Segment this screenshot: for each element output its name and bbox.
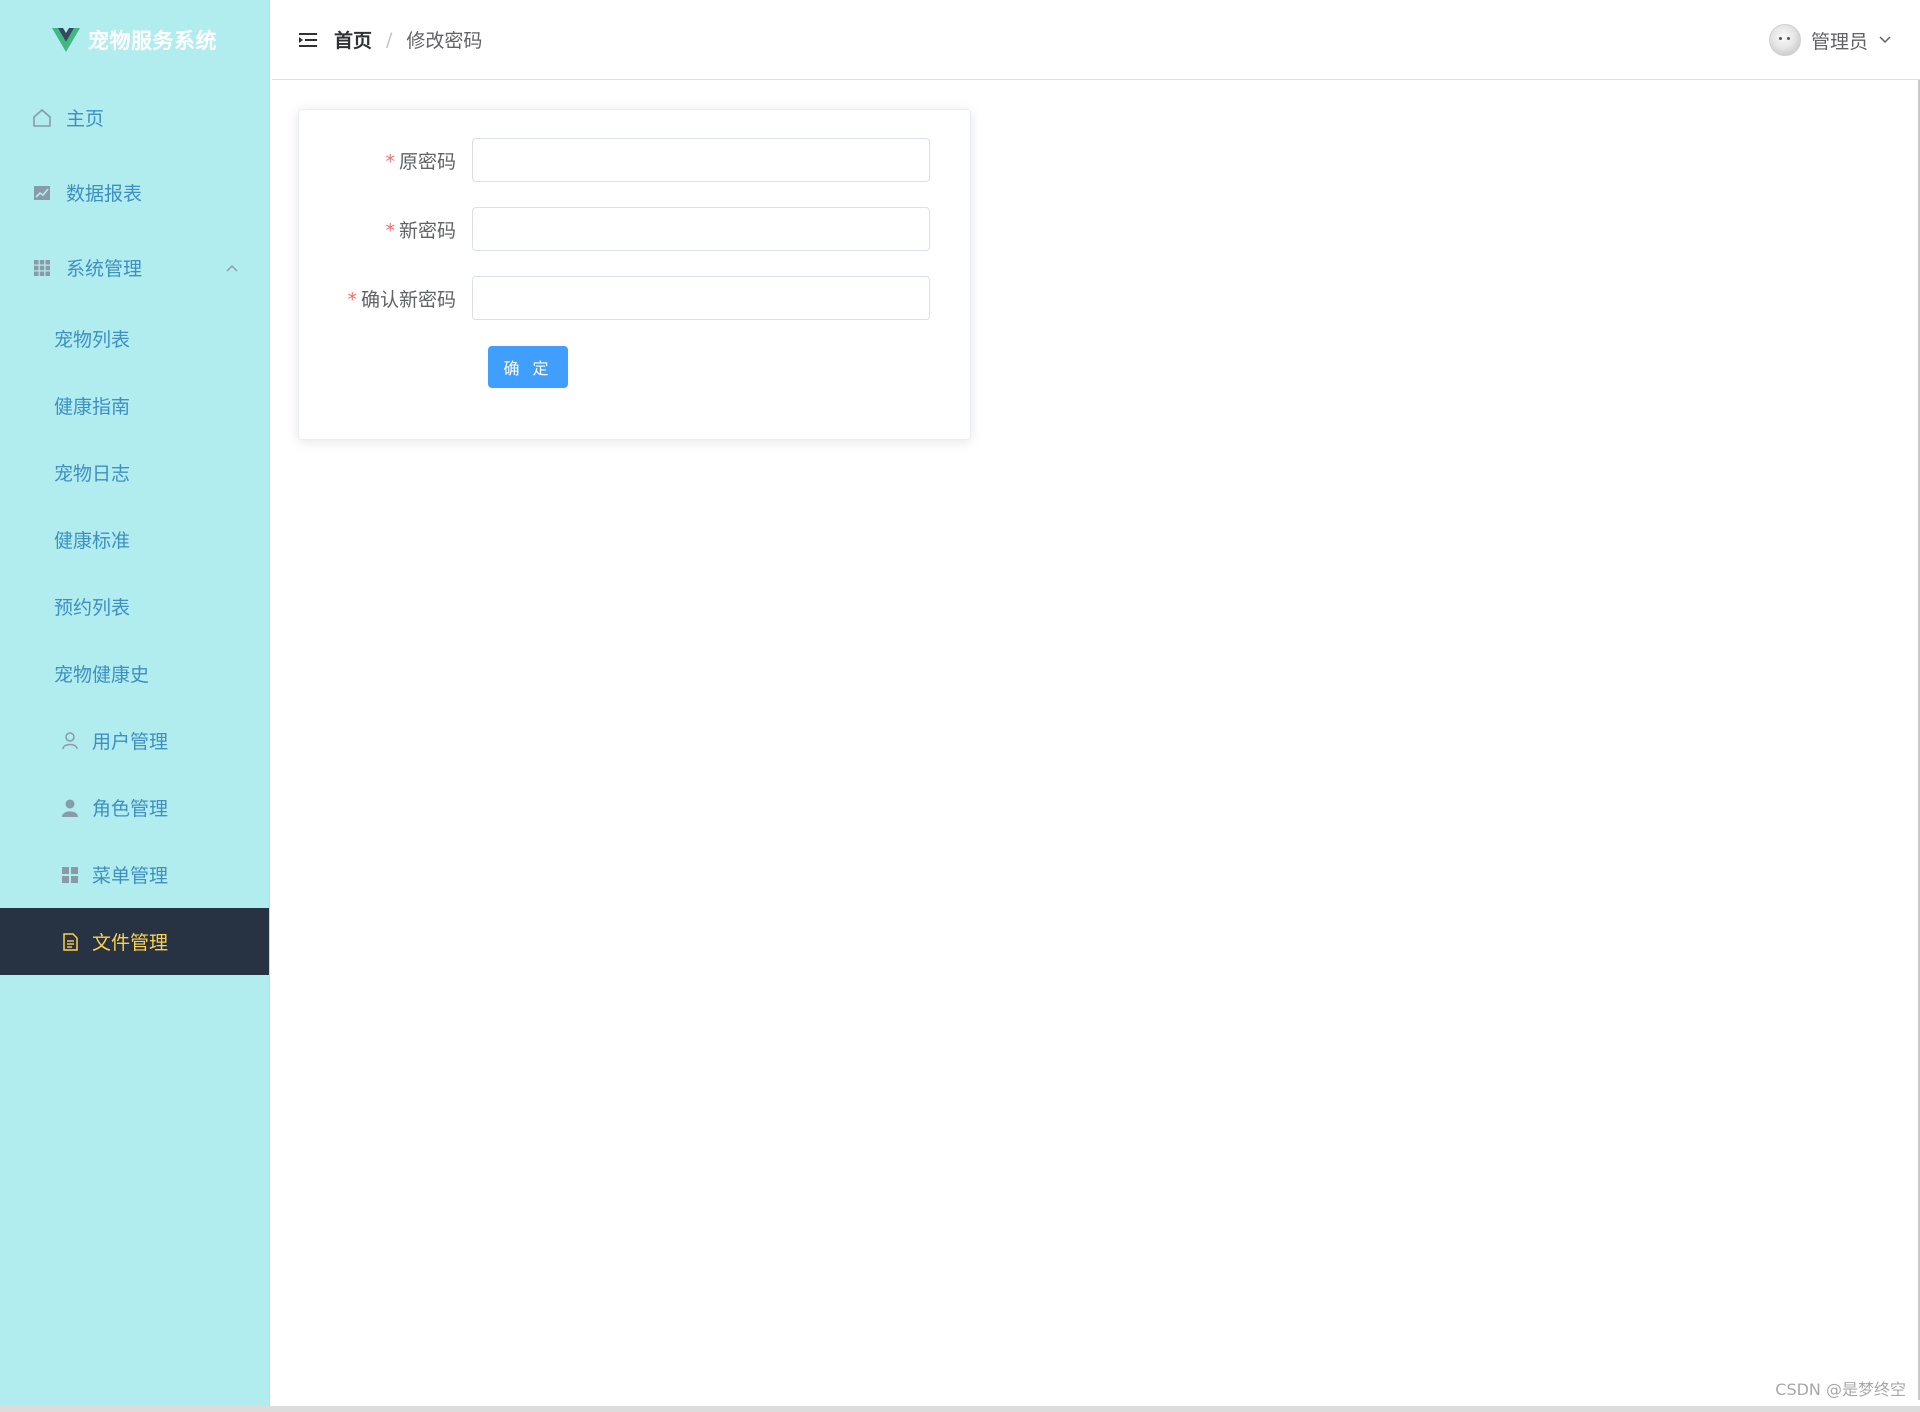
form-row-old-password: * 原密码 — [299, 138, 970, 182]
new-password-label: * 新密码 — [385, 219, 456, 242]
required-star: * — [385, 150, 395, 173]
watermark: CSDN @是梦终空 — [1775, 1380, 1906, 1399]
required-star: * — [347, 288, 357, 311]
avatar — [1768, 24, 1801, 56]
chevron-up-icon — [226, 264, 238, 271]
fold-menu-icon[interactable] — [298, 29, 320, 51]
user-icon — [60, 731, 80, 751]
sidebar-subitem-health-standard[interactable]: 健康标准 — [0, 506, 269, 573]
sidebar-subitem-pet-health-history[interactable]: 宠物健康史 — [0, 640, 269, 707]
sidebar-item-label: 预约列表 — [54, 597, 131, 619]
sidebar-item-label: 文件管理 — [92, 932, 169, 954]
sidebar-subitem-menu-management[interactable]: 菜单管理 — [0, 841, 269, 908]
breadcrumb: 首页 / 修改密码 — [320, 26, 482, 53]
breadcrumb-home[interactable]: 首页 — [334, 26, 372, 53]
sidebar-item-home[interactable]: 主页 — [0, 80, 269, 155]
confirm-password-label: * 确认新密码 — [347, 288, 456, 311]
sidebar-subitem-health-guide[interactable]: 健康指南 — [0, 372, 269, 439]
sidebar-item-label: 宠物列表 — [54, 329, 131, 351]
home-icon — [32, 108, 52, 128]
sidebar-subitem-file-management[interactable]: 文件管理 — [0, 908, 269, 975]
form-row-new-password: * 新密码 — [299, 207, 970, 251]
top-header: 首页 / 修改密码 管理员 — [272, 0, 1920, 80]
required-star: * — [385, 219, 395, 242]
sidebar-item-label: 数据报表 — [66, 183, 143, 205]
chart-icon — [32, 183, 52, 203]
app-logo[interactable]: 宠物服务系统 — [0, 0, 269, 80]
app-title: 宠物服务系统 — [88, 29, 217, 53]
sidebar-item-label: 系统管理 — [66, 258, 143, 280]
confirm-password-input[interactable] — [472, 276, 930, 320]
window-bottom-border — [0, 1406, 1920, 1412]
user-filled-icon — [60, 798, 80, 818]
new-password-input[interactable] — [472, 207, 930, 251]
user-dropdown[interactable]: 管理员 — [1768, 0, 1892, 80]
sidebar-item-label: 健康标准 — [54, 530, 131, 552]
chevron-down-icon — [1879, 36, 1891, 44]
sidebar: 宠物服务系统 主页 数据报表 系统管理 宠物列表 健康指南 宠物日志 健康标准 … — [0, 0, 270, 1412]
sidebar-item-label: 角色管理 — [92, 798, 169, 820]
document-icon — [60, 932, 80, 952]
breadcrumb-separator: / — [386, 28, 393, 51]
sidebar-item-label: 健康指南 — [54, 396, 131, 418]
sidebar-item-system[interactable]: 系统管理 — [0, 230, 269, 305]
vue-logo-icon — [52, 28, 80, 52]
sidebar-subitem-appointment-list[interactable]: 预约列表 — [0, 573, 269, 640]
sidebar-item-label: 菜单管理 — [92, 865, 169, 887]
sidebar-subitem-pet-log[interactable]: 宠物日志 — [0, 439, 269, 506]
user-name: 管理员 — [1810, 30, 1868, 53]
grid-icon — [32, 258, 52, 278]
sidebar-item-label: 宠物日志 — [54, 463, 131, 485]
sidebar-item-data-report[interactable]: 数据报表 — [0, 155, 269, 230]
menu-icon — [60, 865, 80, 885]
sidebar-subitem-role-management[interactable]: 角色管理 — [0, 774, 269, 841]
breadcrumb-current: 修改密码 — [406, 30, 483, 52]
sidebar-subitem-user-management[interactable]: 用户管理 — [0, 707, 269, 774]
change-password-card: * 原密码 * 新密码 * 确认新密码 确 定 — [298, 109, 971, 440]
old-password-input[interactable] — [472, 138, 930, 182]
sidebar-item-label: 宠物健康史 — [54, 664, 150, 686]
old-password-label: * 原密码 — [385, 150, 456, 173]
sidebar-item-label: 用户管理 — [92, 731, 169, 753]
confirm-button[interactable]: 确 定 — [488, 346, 568, 388]
sidebar-subitem-pet-list[interactable]: 宠物列表 — [0, 305, 269, 372]
form-row-confirm-password: * 确认新密码 — [299, 276, 970, 320]
sidebar-item-label: 主页 — [66, 108, 105, 130]
